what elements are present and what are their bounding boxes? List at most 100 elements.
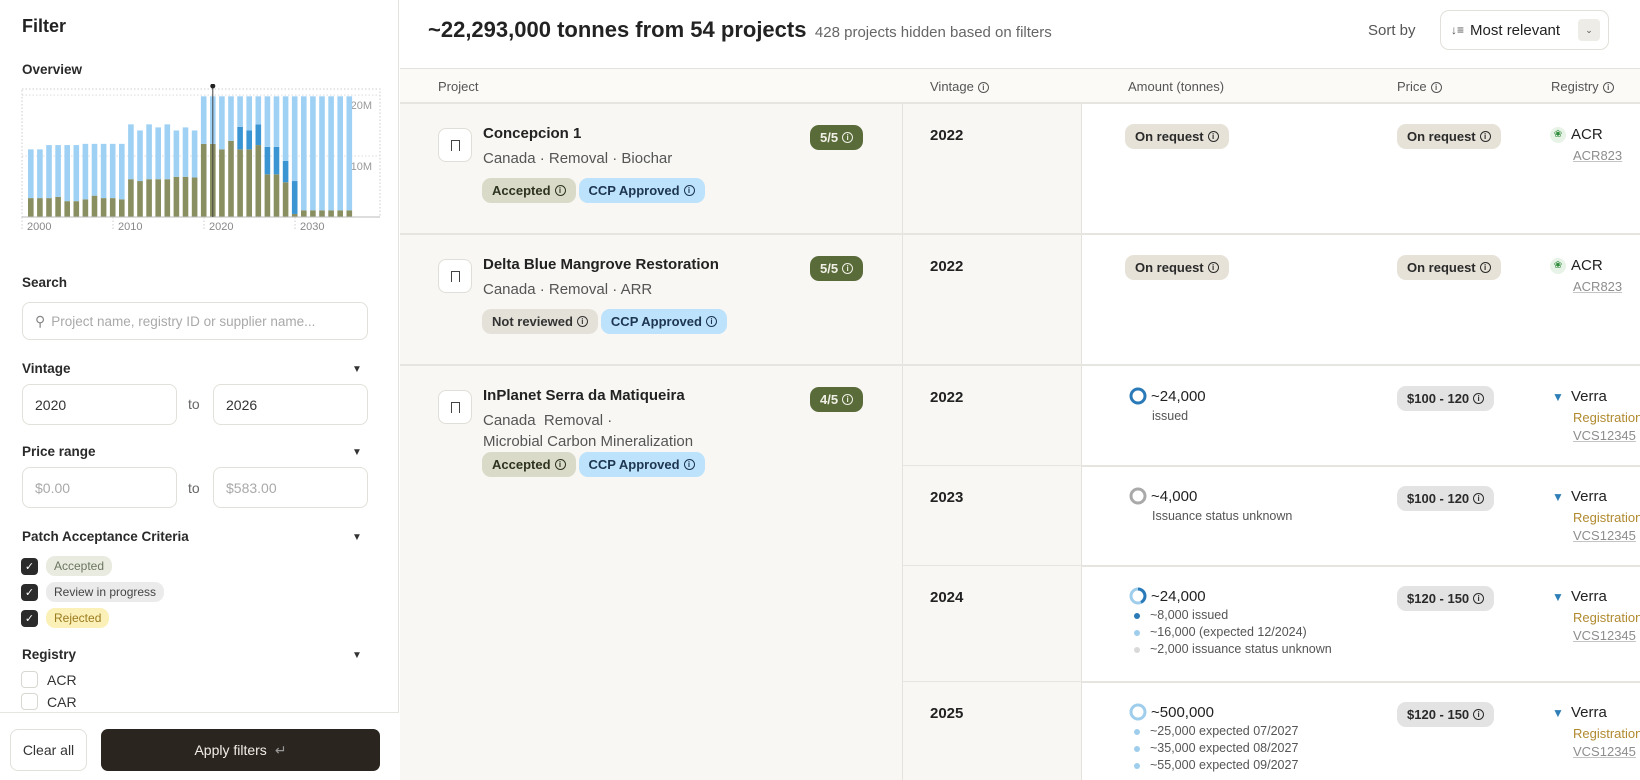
registry-id-link[interactable]: ACR823 xyxy=(1573,279,1622,294)
filter-sidebar: Filter Overview 10M 20M 2000 2010 2020 2030 S… xyxy=(0,0,399,780)
registry-option[interactable]: ACR xyxy=(21,669,321,690)
project-meta: Canada · Removal · ARR xyxy=(483,279,652,300)
issuance-status: issued xyxy=(1152,409,1189,423)
bar-segment xyxy=(301,210,307,217)
price-from-input[interactable]: $0.00 xyxy=(22,467,177,508)
bar-segment xyxy=(301,96,307,211)
amount-on-request[interactable]: On request i xyxy=(1125,124,1229,149)
column-price[interactable]: Price i xyxy=(1397,79,1442,94)
tag-label: CCP Approved xyxy=(588,183,680,198)
registry-id-link[interactable]: ACR823 xyxy=(1573,148,1622,163)
bar-segment xyxy=(73,145,80,202)
column-registry[interactable]: Registry i xyxy=(1551,79,1614,94)
vintage-label: Vintage xyxy=(22,361,71,376)
vintage-collapse-icon[interactable]: ▼ xyxy=(352,364,362,375)
bookmark-button[interactable] xyxy=(438,128,472,162)
price-badge[interactable]: $120 - 150 i xyxy=(1397,586,1495,611)
registry-collapse-icon[interactable]: ▼ xyxy=(352,650,362,661)
column-amount[interactable]: Amount (tonnes) xyxy=(1128,79,1224,94)
registry-option-label: CAR xyxy=(47,693,77,710)
bookmark-button[interactable] xyxy=(438,259,472,293)
price-value: On request xyxy=(1407,260,1476,275)
checkbox[interactable]: ✓ xyxy=(21,609,38,627)
price-badge[interactable]: $100 - 120 i xyxy=(1397,486,1495,511)
criteria-option[interactable]: ✓ Review in progress xyxy=(21,579,165,605)
tag-ccp[interactable]: CCP Approved i xyxy=(578,178,705,203)
year-marker-handle[interactable] xyxy=(210,84,216,89)
price-badge[interactable]: On request i xyxy=(1397,255,1501,280)
rating-badge[interactable]: 5/5 i xyxy=(810,256,864,281)
info-icon[interactable]: i xyxy=(1602,82,1614,94)
checkbox[interactable]: ✓ xyxy=(21,557,38,575)
project-name[interactable]: InPlanet Serra da Matiqueira xyxy=(483,387,685,404)
vintage-row[interactable]: 2022 ~24,000 issued $100 - 120 i ▼ Verra Regis… xyxy=(903,366,1640,467)
registry: ▼ Verra xyxy=(1550,588,1607,605)
criteria-collapse-icon[interactable]: ▼ xyxy=(352,532,362,543)
bar-segment xyxy=(100,198,107,217)
y-tick-label: 20M xyxy=(351,100,372,112)
project-row[interactable]: InPlanet Serra da Matiqueira Canada Remo… xyxy=(400,366,1640,780)
registry-id-link[interactable]: VCS12345 xyxy=(1573,628,1636,643)
rating-badge[interactable]: 5/5 i xyxy=(810,125,864,150)
bookmark-button[interactable] xyxy=(438,390,472,424)
vintage-year: 2022 xyxy=(930,258,964,275)
vintage-row[interactable]: 2025 ~500,000 ~25,000 expected 07/2027 ~35,… xyxy=(903,682,1640,780)
bar-segment xyxy=(128,179,134,217)
sort-dropdown[interactable]: ↓≡ Most relevant ⌄ xyxy=(1440,10,1609,50)
clear-all-button[interactable]: Clear all xyxy=(10,729,87,771)
vintage-row[interactable]: 2022 On request i On request i ❀ ACR ACR823 xyxy=(903,104,1640,235)
checkbox[interactable] xyxy=(21,693,38,710)
column-vintage[interactable]: Vintage i xyxy=(930,79,989,94)
search-input[interactable]: ⚲ Project name, registry ID or supplier … xyxy=(22,302,368,340)
breakdown-text: ~16,000 (expected 12/2024) xyxy=(1150,625,1307,639)
project-tags: Accepted i CCP Approved i xyxy=(482,178,705,203)
info-icon[interactable]: i xyxy=(1430,82,1442,94)
registry-option[interactable]: CAR xyxy=(21,691,321,712)
vintage-row[interactable]: 2022 On request i On request i ❀ ACR ACR823 xyxy=(903,235,1640,366)
vintage-to-input[interactable]: 2026 xyxy=(213,384,368,425)
vintage-row[interactable]: 2023 ~4,000 Issuance status unknown $100 - … xyxy=(903,466,1640,567)
column-project[interactable]: Project xyxy=(438,79,478,94)
bar-segment xyxy=(82,143,89,200)
checkbox[interactable]: ✓ xyxy=(21,583,38,601)
apply-filters-button[interactable]: Apply filters ↵ xyxy=(101,729,380,771)
bar-segment xyxy=(310,210,316,217)
registry-id-link[interactable]: VCS12345 xyxy=(1573,528,1636,543)
sort-label: Sort by xyxy=(1368,22,1416,39)
vintage-row[interactable]: 2024 ~24,000 ~8,000 issued ~16,000 (expecte… xyxy=(903,566,1640,683)
vintage-year: 2022 xyxy=(930,127,964,144)
registry-id-link[interactable]: VCS12345 xyxy=(1573,744,1636,759)
price-collapse-icon[interactable]: ▼ xyxy=(352,447,362,458)
price-badge[interactable]: $100 - 120 i xyxy=(1397,386,1495,411)
project-row[interactable]: Delta Blue Mangrove Restoration Canada ·… xyxy=(400,235,1640,366)
bar-segment xyxy=(55,145,61,197)
checkbox[interactable] xyxy=(21,671,38,688)
tag-ccp[interactable]: CCP Approved i xyxy=(578,452,705,477)
amount-on-request[interactable]: On request i xyxy=(1125,255,1229,280)
tag-ccp[interactable]: CCP Approved i xyxy=(600,309,727,334)
project-row[interactable]: Concepcion 1 Canada · Removal · Biochar … xyxy=(400,104,1640,235)
registry-name: Verra xyxy=(1571,388,1607,405)
registry-id-link[interactable]: VCS12345 xyxy=(1573,428,1636,443)
price-badge[interactable]: $120 - 150 i xyxy=(1397,702,1495,727)
info-icon[interactable]: i xyxy=(977,82,989,94)
criteria-option[interactable]: ✓ Rejected xyxy=(21,605,164,631)
tag-label: Not reviewed xyxy=(492,314,573,329)
project-name[interactable]: Concepcion 1 xyxy=(483,125,581,142)
project-name[interactable]: Delta Blue Mangrove Restoration xyxy=(483,256,719,273)
rating-value: 5/5 xyxy=(820,261,839,276)
tag-accepted[interactable]: Accepted i xyxy=(482,178,576,203)
vintage-from-input[interactable]: 2020 xyxy=(22,384,177,425)
price-badge[interactable]: On request i xyxy=(1397,124,1501,149)
overview-chart[interactable]: 10M 20M 2000 2010 2020 2030 xyxy=(0,84,399,244)
price-to-input[interactable]: $583.00 xyxy=(213,467,368,508)
tag-notreviewed[interactable]: Not reviewed i xyxy=(482,309,598,334)
breakdown-item: ~55,000 expected 09/2027 xyxy=(1134,757,1298,774)
bar-segment xyxy=(64,201,70,217)
tag-accepted[interactable]: Accepted i xyxy=(482,452,576,477)
criteria-option[interactable]: ✓ Accepted xyxy=(21,553,164,579)
table-header: Project Vintage i Amount (tonnes) Price i … xyxy=(400,68,1640,104)
column-registry-label: Registry xyxy=(1551,79,1599,94)
x-tick-label: 2010 xyxy=(118,221,142,233)
rating-badge[interactable]: 4/5 i xyxy=(810,387,864,412)
